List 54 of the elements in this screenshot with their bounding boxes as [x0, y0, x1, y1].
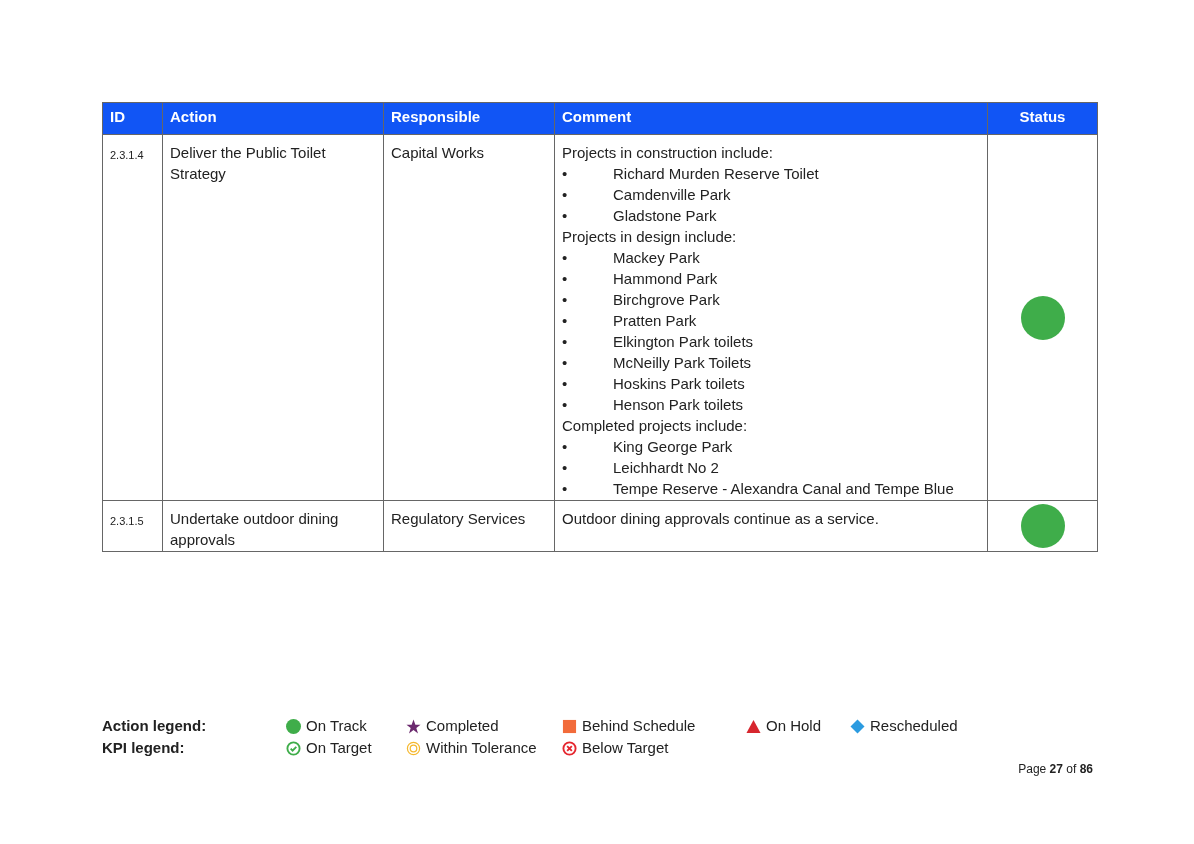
bullet: • [562, 164, 569, 184]
list-item: Pratten Park [613, 311, 697, 331]
bullet: • [562, 311, 569, 331]
list-item: Tempe Reserve - Alexandra Canal and Tempe Blue [613, 479, 954, 499]
bullet: • [562, 437, 569, 457]
list-item: Richard Murden Reserve Toilet [613, 164, 819, 184]
table-cell-text: 2.3.1.4 [110, 149, 144, 161]
bullet: • [562, 185, 569, 205]
column-header: Responsible [383, 102, 555, 135]
bullet: • [562, 353, 569, 373]
column-header: Status [987, 102, 1098, 135]
page-number: Page 27 of 86 [1018, 761, 1093, 778]
table-cell-text: 2.3.1.5 [110, 515, 144, 527]
legend-text: Below Target [582, 738, 669, 759]
bullet: • [562, 248, 569, 268]
list-item: Birchgrove Park [613, 290, 720, 310]
bullet: • [562, 479, 569, 499]
bullet: • [562, 332, 569, 352]
comment-text: Outdoor dining approvals continue as a service. [562, 509, 880, 529]
legend-text: On Target [306, 738, 372, 759]
legend-label: Action legend: [102, 716, 208, 737]
table-cell-text: Undertake outdoor dining approvals [170, 510, 339, 548]
list-item: Hoskins Park toilets [613, 374, 745, 394]
legend-text: On Track [306, 716, 367, 737]
bullet: • [562, 458, 569, 478]
list-item: Henson Park toilets [613, 395, 744, 415]
comment-text: Projects in design include: [562, 227, 738, 247]
bullet: • [562, 206, 569, 226]
list-item: Camdenville Park [613, 185, 731, 205]
bullet: • [562, 290, 569, 310]
list-item: Elkington Park toilets [613, 332, 754, 352]
list-item: Gladstone Park [613, 206, 717, 226]
column-header: ID [102, 102, 163, 135]
list-item: Mackey Park [613, 248, 700, 268]
list-item: King George Park [613, 437, 733, 457]
list-item: McNeilly Park Toilets [613, 353, 752, 373]
legend-label: KPI legend: [102, 738, 186, 759]
list-item: Leichhardt No 2 [613, 458, 719, 478]
column-header: Action [162, 102, 384, 135]
comment-text: Completed projects include: [562, 416, 749, 436]
legend-text: Behind Schedule [582, 716, 696, 737]
legend-text: Rescheduled [870, 716, 958, 737]
legend-text: On Hold [766, 716, 822, 737]
legend-text: Within Tolerance [426, 738, 537, 759]
table-cell-text: Deliver the Public Toilet Strategy [170, 144, 326, 182]
legend-text: Completed [426, 716, 499, 737]
table-cell-text: Regulatory Services [391, 510, 526, 527]
table-cell-text: Capital Works [391, 144, 485, 161]
list-item: Hammond Park [613, 269, 718, 289]
bullet: • [562, 269, 569, 289]
bullet: • [562, 374, 569, 394]
column-header: Comment [554, 102, 988, 135]
comment-text: Projects in construction include: [562, 143, 774, 163]
bullet: • [562, 395, 569, 415]
